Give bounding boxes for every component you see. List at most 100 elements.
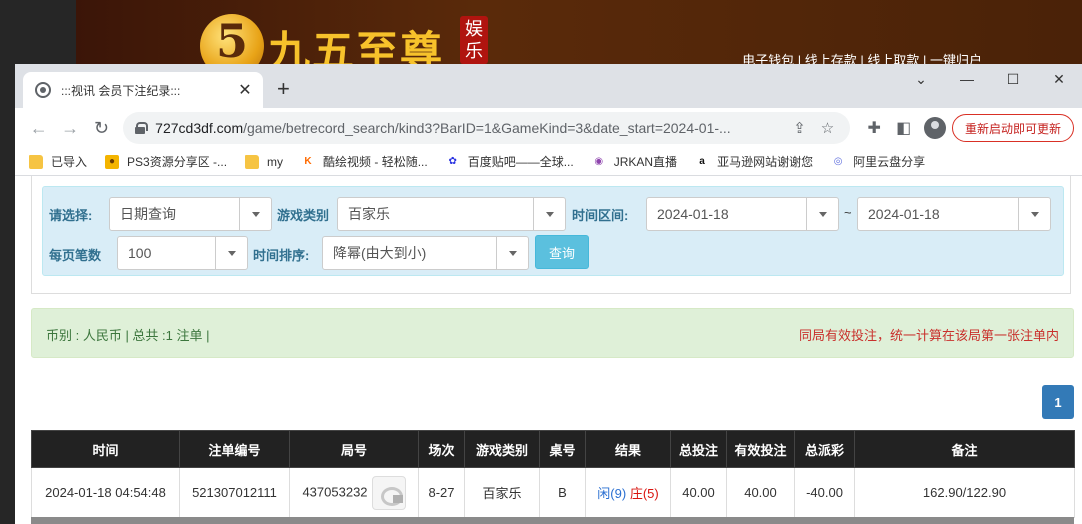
column-header-time: 时间 [31,430,180,468]
video-replay-icon[interactable] [371,475,406,510]
page-content: 请选择: 日期查询 游戏类别 百家乐 时间区间: 2024-01-18 ~ 20 [15,176,1082,524]
bookmark-item[interactable]: my [245,154,284,169]
chevron-down-icon [496,237,528,269]
browser-window: :::视讯 会员下注纪录::: ✕ + ⌄ — ☐ ✕ ← → ↻ 727cd3… [15,64,1082,524]
date-end-value: 2024-01-18 [868,206,940,222]
cell-total-bet: 40.00 [670,467,727,518]
bookmark-item[interactable]: ✿ 百度贴吧——全球... [446,153,574,170]
back-arrow-icon[interactable]: ← [23,112,54,144]
table-header-row: 时间 注单编号 局号 场次 游戏类别 桌号 结果 总投注 有效投注 总派彩 备注 [31,430,1075,468]
browser-toolbar: ← → ↻ 727cd3df.com/game/betrecord_search… [15,108,1082,148]
tab-search-chevron-icon[interactable]: ⌄ [898,64,944,94]
reload-icon[interactable]: ↻ [86,112,117,144]
column-header-bet-id: 注单编号 [179,430,290,468]
result-player: 闲(9) [597,486,627,501]
minimize-button[interactable]: — [944,64,990,94]
lock-icon [135,122,149,134]
time-sort-label: 时间排序: [253,248,310,263]
select-mode-label: 请选择: [49,208,93,223]
bookmark-item[interactable]: ◎ 阿里云盘分享 [831,153,925,170]
per-page-value: 100 [128,245,152,261]
cell-table-no: B [539,467,586,518]
chevron-down-icon [239,198,271,230]
column-header-session: 场次 [418,430,465,468]
round-id-text: 437053232 [302,483,368,499]
bet-records-table: 时间 注单编号 局号 场次 游戏类别 桌号 结果 总投注 有效投注 总派彩 备注… [31,430,1075,518]
bookmark-label: 阿里云盘分享 [853,155,926,169]
profile-avatar-icon[interactable] [924,117,946,139]
pagination-page-1[interactable]: 1 [1042,385,1074,419]
url-host: 727cd3df.com [155,120,244,136]
url-text[interactable]: 727cd3df.com/game/betrecord_search/kind3… [155,120,785,136]
column-header-game-type: 游戏类别 [464,430,540,468]
amazon-icon: a [695,154,710,169]
bookmark-item[interactable]: 已导入 [29,153,87,170]
forward-arrow-icon[interactable]: → [54,112,85,144]
folder-icon [245,154,260,169]
summary-notice: 同局有效投注，统一计算在该局第一张注单内 [798,328,1059,343]
bookmark-label: PS3资源分享区 -... [127,155,228,169]
bookmark-star-icon[interactable]: ☆ [814,119,842,137]
folder-icon [29,154,43,169]
extensions-puzzle-icon[interactable]: ✚ [860,118,889,138]
column-header-remark: 备注 [854,430,1075,468]
background-site-banner: 5 九五至尊 娱乐 电子钱包 | 线上存款 | 线上取款 | 一键归户 [76,0,1082,66]
maximize-button[interactable]: ☐ [990,64,1036,94]
site-logo-number: 5 [216,14,249,66]
column-header-payout: 总派彩 [794,430,855,468]
side-panel-icon[interactable]: ◧ [889,118,918,138]
tab-title: :::视讯 会员下注纪录::: [61,83,181,98]
restart-to-update-button[interactable]: 重新启动即可更新 [951,114,1074,142]
chevron-down-icon [1018,198,1050,230]
jrkan-icon: ◉ [594,155,604,167]
summary-text: 币别 : 人民币 | 总共 :1 注单 | [46,328,210,343]
aliyun-icon: ◎ [831,154,846,169]
cell-round-id: 437053232 [289,467,419,518]
bookmark-item[interactable]: a 亚马逊网站谢谢您 [695,153,813,170]
game-type-value: 百家乐 [348,206,390,222]
bookmark-label: 亚马逊网站谢谢您 [717,155,814,169]
chevron-down-icon [533,198,565,230]
time-sort-value: 降幂(由大到小) [333,245,427,261]
summary-alert: 币别 : 人民币 | 总共 :1 注单 | 同局有效投注，统一计算在该局第一张注… [31,308,1074,358]
address-bar[interactable]: 727cd3df.com/game/betrecord_search/kind3… [123,112,850,144]
date-end-select[interactable]: 2024-01-18 [857,197,1051,231]
column-header-total-bet: 总投注 [670,430,727,468]
browser-tab-active[interactable]: :::视讯 会员下注纪录::: ✕ [23,72,263,108]
chevron-down-icon [215,237,247,269]
range-separator: ~ [844,205,852,220]
bookmark-label: my [267,154,284,169]
cell-bet-id: 521307012111 [179,467,290,518]
time-range-label: 时间区间: [572,208,629,223]
filter-panel: 请选择: 日期查询 游戏类别 百家乐 时间区间: 2024-01-18 ~ 20 [31,176,1071,294]
per-page-select[interactable]: 100 [117,236,248,270]
cell-game-type: 百家乐 [464,467,540,518]
site-logo-badge: 娱乐 [460,16,488,64]
time-sort-select[interactable]: 降幂(由大到小) [322,236,529,270]
filter-box: 请选择: 日期查询 游戏类别 百家乐 时间区间: 2024-01-18 ~ 20 [42,186,1064,276]
bookmark-label: 百度贴吧——全球... [467,155,574,169]
close-window-button[interactable]: ✕ [1036,64,1082,94]
query-button[interactable]: 查询 [535,235,590,269]
bookmark-label: 酷绘视频 - 轻松随... [323,155,428,169]
site-logo-text: 九五至尊 [268,27,445,66]
query-mode-value: 日期查询 [120,206,176,222]
chevron-down-icon [806,198,838,230]
query-mode-select[interactable]: 日期查询 [109,197,272,231]
column-header-table-no: 桌号 [539,430,586,468]
cell-remark: 162.90/122.90 [854,467,1075,518]
bookmark-item[interactable]: ◉ JRKAN直播 [592,153,677,170]
column-header-round-id: 局号 [289,430,419,468]
date-start-select[interactable]: 2024-01-18 [646,197,839,231]
tab-close-icon[interactable]: ✕ [237,80,253,100]
bookmark-item[interactable]: ● PS3资源分享区 -... [105,153,227,170]
result-banker: 庄(5) [629,486,659,501]
share-icon[interactable]: ⇪ [786,119,814,137]
bookmark-item[interactable]: K 酷绘视频 - 轻松随... [301,153,428,170]
cell-time: 2024-01-18 04:54:48 [31,467,180,518]
game-type-select[interactable]: 百家乐 [337,197,566,231]
bookmarks-bar: 已导入 ● PS3资源分享区 -... my K 酷绘视频 - 轻松随... ✿ 百度贴吧——… [15,148,1082,176]
column-header-result: 结果 [585,430,671,468]
new-tab-button[interactable]: + [277,78,290,100]
tab-strip: :::视讯 会员下注纪录::: ✕ + ⌄ — ☐ ✕ [15,64,1082,108]
